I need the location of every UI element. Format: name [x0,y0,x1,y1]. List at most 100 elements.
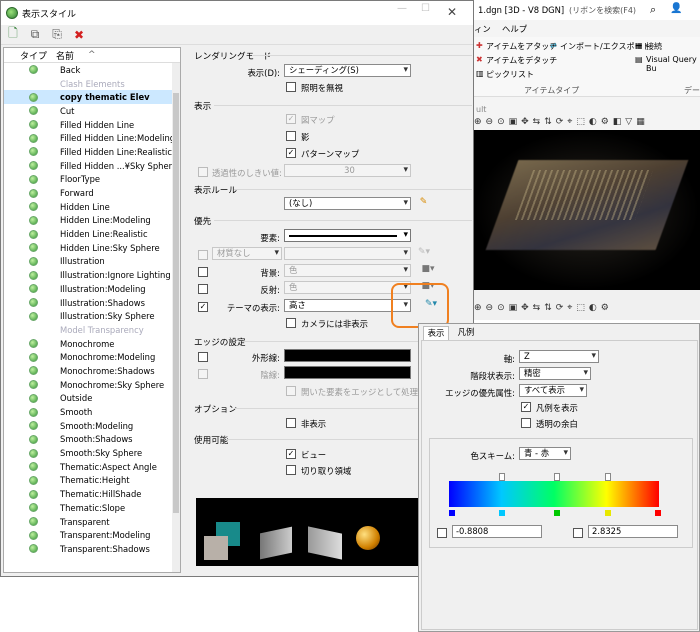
background-checkbox[interactable] [198,267,208,277]
list-scrollbar[interactable] [172,63,180,572]
list-item[interactable]: Smooth [4,405,180,419]
gradient-stop-handle[interactable] [605,473,611,481]
list-item[interactable]: Smooth:Modeling [4,419,180,433]
list-item[interactable]: Smooth:Shadows [4,433,180,447]
material-select[interactable]: 材質なし [212,247,282,260]
display-mode-select[interactable]: シェーディング(S) [284,64,411,77]
gradient-marker[interactable] [554,510,560,516]
import-style-icon[interactable]: ⎘ [49,27,65,42]
list-item[interactable]: FloorType [4,173,180,187]
open-element-edge-checkbox[interactable] [286,386,296,396]
gradient-marker[interactable] [605,510,611,516]
material-detail-select[interactable] [284,247,411,260]
pattern-map-checkbox[interactable]: ✓ [286,148,296,158]
lighting-disable-checkbox[interactable] [286,82,296,92]
list-item[interactable]: Transparent [4,515,180,529]
stepped-display-select[interactable]: 精密 [519,367,591,380]
edge-priority-select[interactable]: すべて表示 [519,384,587,397]
list-item[interactable]: Filled Hidden Line [4,118,180,132]
list-item[interactable]: Filled Hidden ...¥Sky Sphere [4,159,180,173]
view-toolbar[interactable]: ⊕⊖⊙▣✥⇆⇅⟳⌖⬚◐⚙◧▽▦ [474,117,700,131]
max-value-checkbox[interactable] [573,528,583,538]
tab-legend[interactable]: 凡例 [453,326,479,340]
background-select[interactable]: 色 [284,264,411,277]
connect-button[interactable]: 接続 [646,41,662,52]
shadow-checkbox[interactable] [286,131,296,141]
attach-item-button[interactable]: アイテムをアタッチ [486,41,557,52]
element-line-select[interactable]: ▾ [284,229,411,242]
user-icon[interactable]: 👤 [670,3,682,14]
view-checkbox[interactable]: ✓ [286,449,296,459]
list-item[interactable]: Back [4,63,180,77]
list-item[interactable]: Thematic:Height [4,474,180,488]
gradient-stop-handle[interactable] [554,473,560,481]
minimize-icon[interactable]: — [397,3,407,14]
3d-model-view[interactable] [474,130,700,290]
tab-display[interactable]: 表示 [423,326,449,340]
list-item[interactable]: Illustration:Shadows [4,296,180,310]
color-gradient-bar[interactable] [449,481,659,507]
list-item[interactable]: Thematic:Aspect Angle [4,460,180,474]
list-item[interactable]: Cut [4,104,180,118]
list-item[interactable]: Filled Hidden Line:Realistic [4,145,180,159]
list-item[interactable]: Filled Hidden Line:Modeling [4,131,180,145]
list-item[interactable]: Illustration:Sky Sphere [4,309,180,323]
transparency-value-select[interactable]: 30 [284,164,411,177]
list-item[interactable]: Hidden Line:Realistic [4,227,180,241]
list-item[interactable]: Transparent:Modeling [4,528,180,542]
theme-display-checkbox[interactable]: ✓ [198,302,208,312]
pick-list-button[interactable]: ピックリスト [486,69,534,80]
column-name[interactable]: 名前 [56,49,74,62]
list-item[interactable]: Forward [4,186,180,200]
transparent-margin-checkbox[interactable] [521,418,531,428]
list-item[interactable]: Monochrome:Sky Sphere [4,378,180,392]
ribbon-search-hint[interactable]: (リボンを検索(F4) [569,5,636,16]
detach-item-button[interactable]: アイテムをデタッチ [486,55,557,66]
outline-color-select[interactable] [284,349,411,362]
material-edit-icon[interactable]: ✎▾ [418,247,430,258]
list-item[interactable]: Hidden Line [4,200,180,214]
menu-help[interactable]: ヘルプ [502,23,527,35]
list-item[interactable]: Illustration:Ignore Lighting [4,268,180,282]
list-item[interactable]: Illustration:Modeling [4,282,180,296]
hidden-checkbox[interactable] [286,418,296,428]
list-item[interactable]: Illustration [4,255,180,269]
list-item[interactable]: Hidden Line:Sky Sphere [4,241,180,255]
list-item[interactable]: copy thematic Elev [4,90,180,105]
list-item[interactable]: Thematic:Slope [4,501,180,515]
gradient-stop-handle[interactable] [499,473,505,481]
camera-hide-checkbox[interactable] [286,318,296,328]
list-item[interactable]: Hidden Line:Modeling [4,214,180,228]
edit-rule-icon[interactable]: ✎ [418,197,429,208]
list-item[interactable]: Outside [4,392,180,406]
column-type[interactable]: タイプ [4,49,56,62]
clip-region-checkbox[interactable] [286,465,296,475]
display-rule-select[interactable]: (なし) [284,197,411,210]
min-value-checkbox[interactable] [437,528,447,538]
max-value-input[interactable]: 2.8325 [588,525,678,538]
min-value-input[interactable]: -0.8808 [452,525,542,538]
style-list[interactable]: タイプ 名前 ^ Back Clash Elements copy thematic… [3,47,181,573]
list-item[interactable]: Monochrome [4,337,180,351]
menu-view[interactable]: ィン [474,23,491,35]
list-item[interactable]: Smooth:Sky Sphere [4,446,180,460]
hidden-line-checkbox[interactable] [198,369,208,379]
hidden-line-color-select[interactable] [284,366,411,379]
list-item[interactable]: Thematic:HillShade [4,487,180,501]
transparency-checkbox[interactable] [198,167,208,177]
delete-icon[interactable]: ✖ [71,27,87,42]
view-toolbar-2[interactable]: ⊕⊖⊙▣✥⇆⇅⟳⌖⬚◐⚙ [474,303,613,313]
color-scheme-select[interactable]: 青 - 赤 [519,447,571,460]
list-item[interactable]: Transparent:Shadows [4,542,180,556]
show-legend-checkbox[interactable]: ✓ [521,402,531,412]
search-icon[interactable]: ⌕ [650,3,656,17]
visual-query-button[interactable]: Visual Query Bu [646,55,700,73]
list-item[interactable]: Monochrome:Modeling [4,350,180,364]
list-item[interactable]: Monochrome:Shadows [4,364,180,378]
gradient-marker[interactable] [449,510,455,516]
copy-style-icon[interactable]: ⧉ [27,27,43,42]
color-picker-icon[interactable]: ■▾ [418,264,438,275]
map-checkbox[interactable]: ✓ [286,114,296,124]
gradient-marker[interactable] [499,510,505,516]
outline-checkbox[interactable] [198,352,208,362]
